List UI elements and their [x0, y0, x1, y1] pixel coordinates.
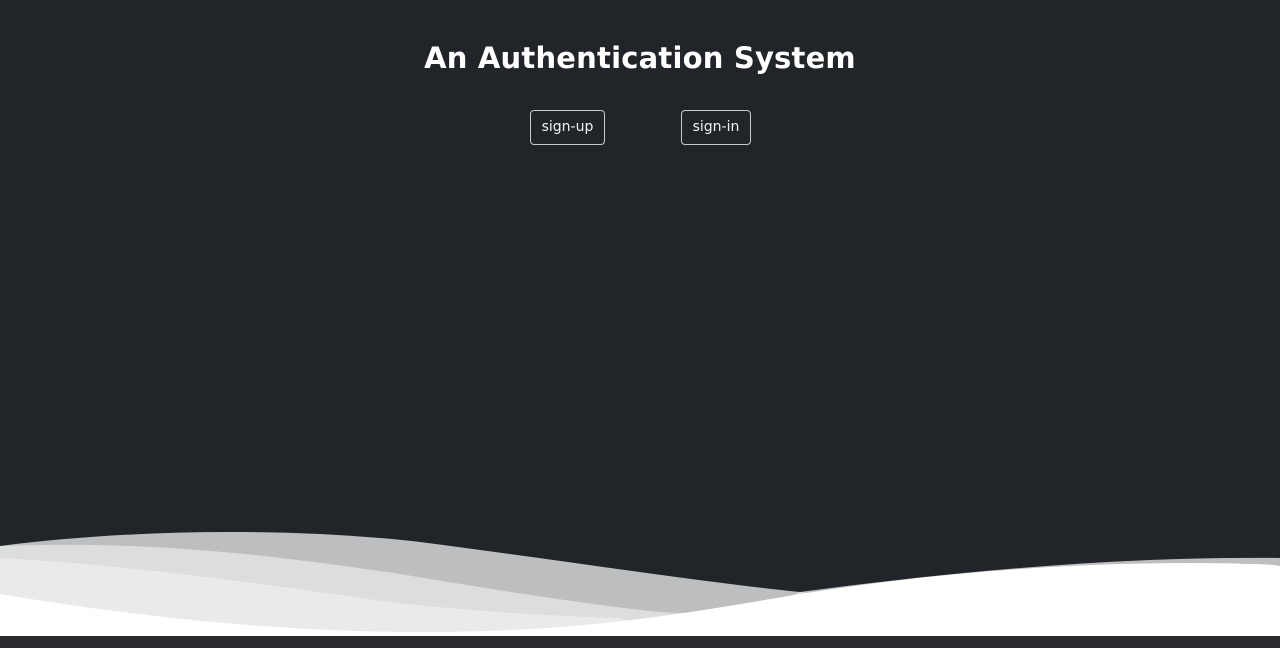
window-bottom-edge: [0, 636, 1280, 648]
decorative-waves: [0, 531, 1280, 636]
sign-up-button[interactable]: sign-up: [530, 110, 605, 145]
auth-landing-page: An Authentication System sign-up sign-in: [0, 0, 1280, 636]
sign-in-button[interactable]: sign-in: [681, 110, 751, 145]
page-title: An Authentication System: [424, 41, 856, 75]
